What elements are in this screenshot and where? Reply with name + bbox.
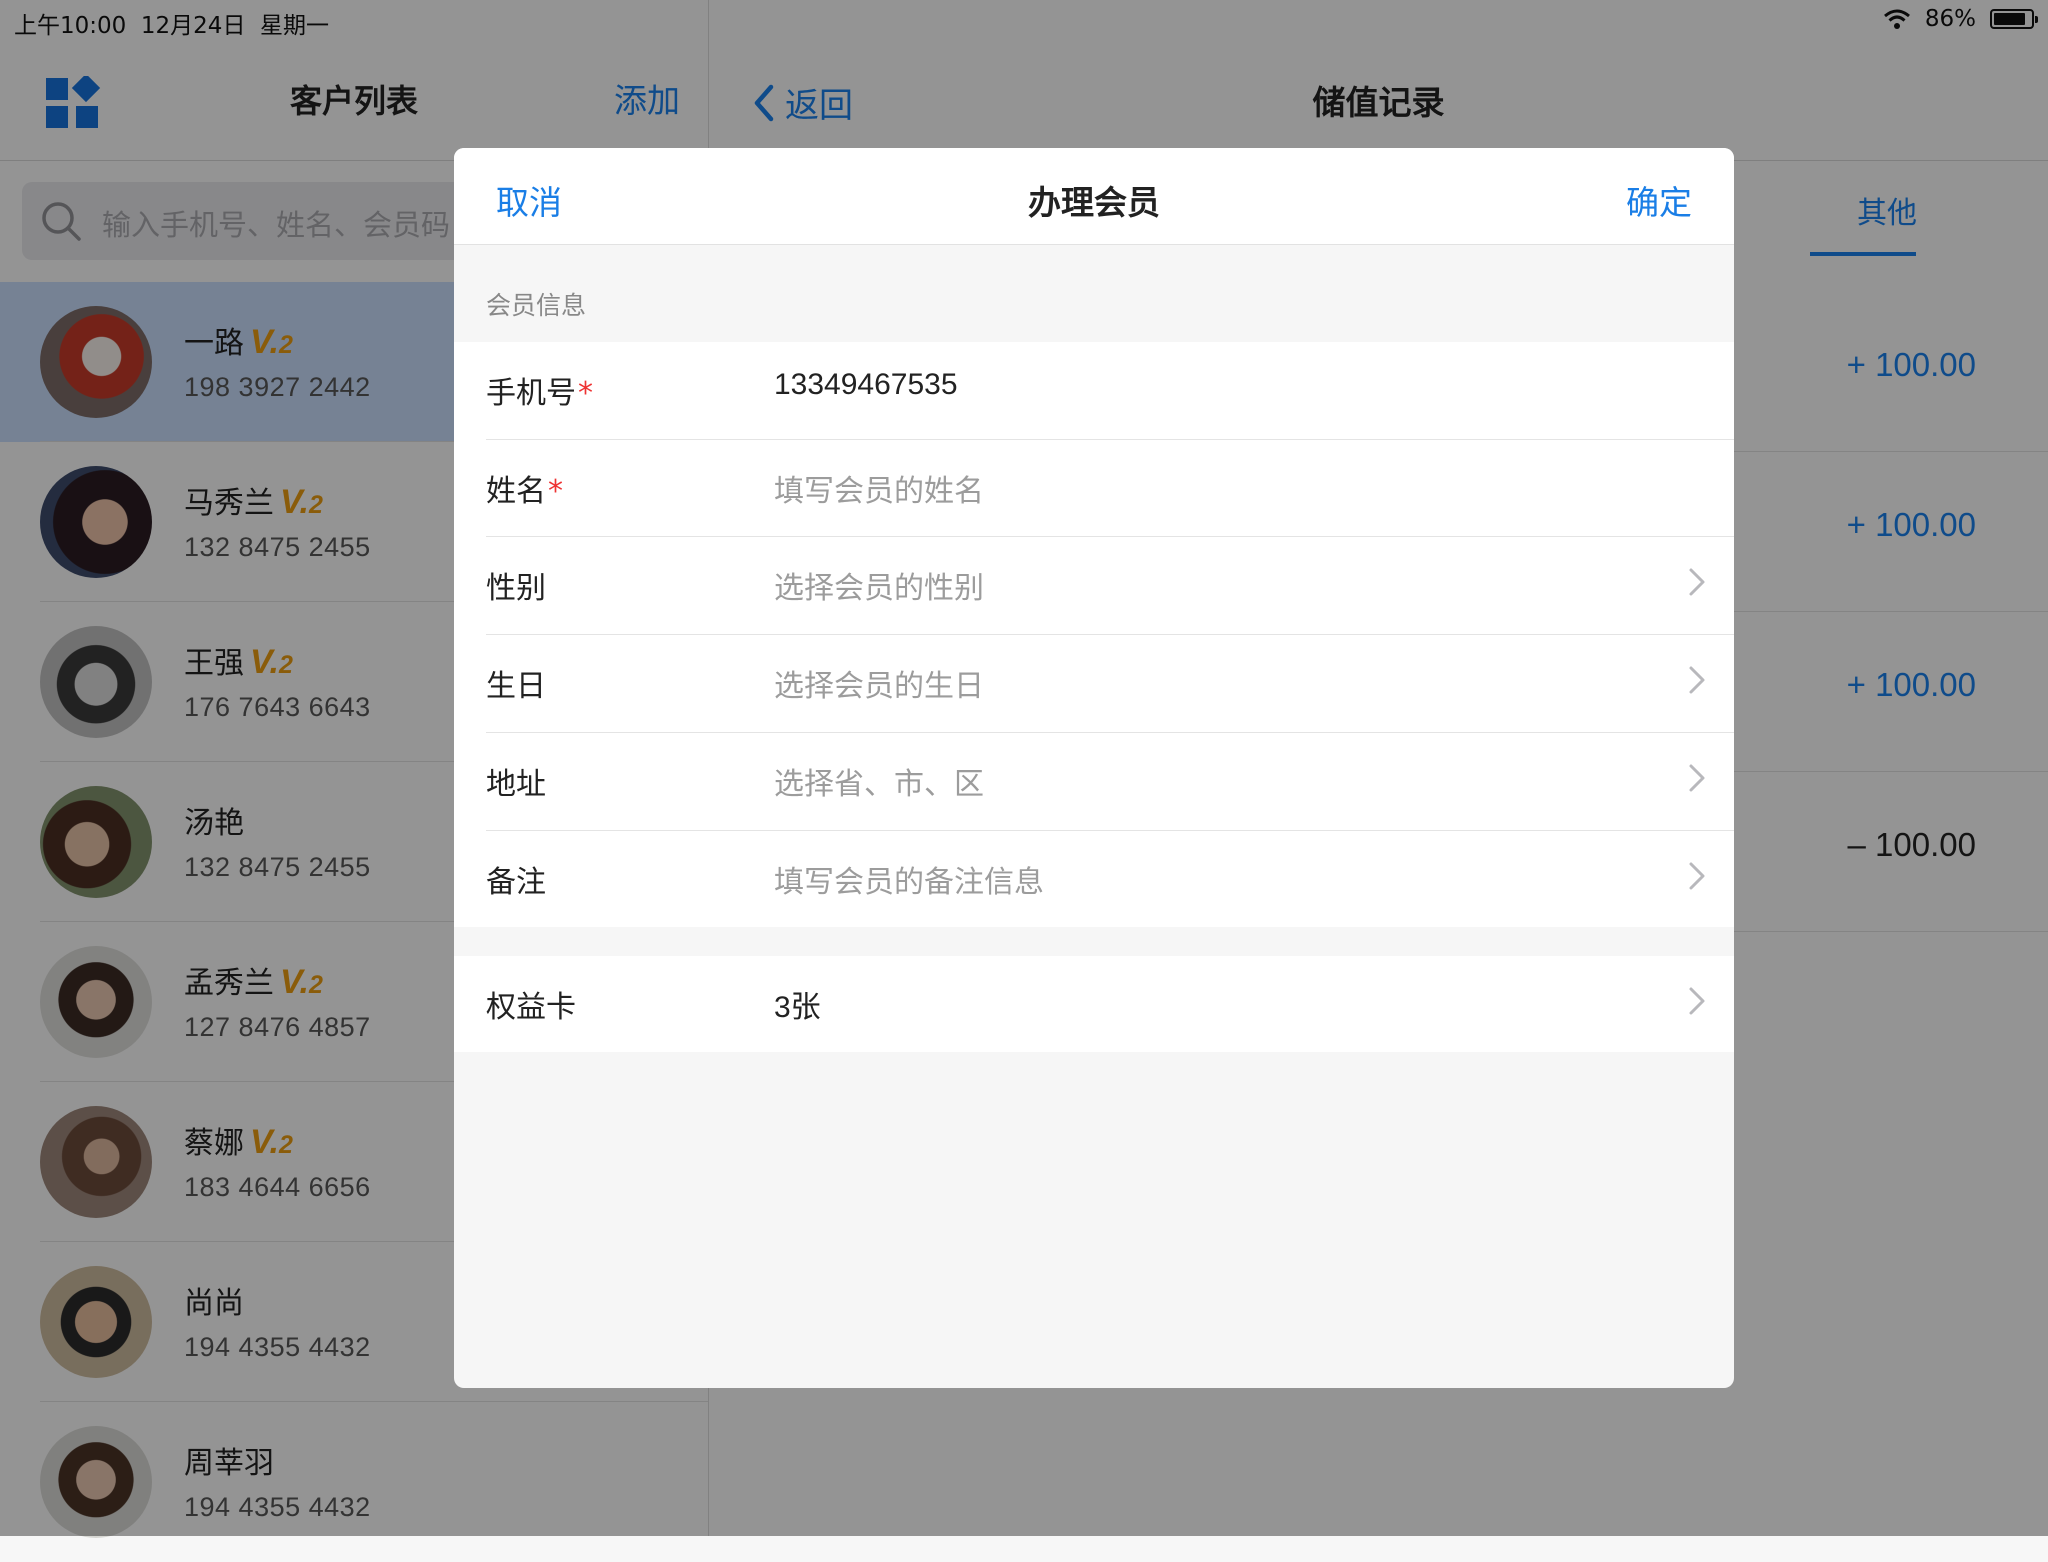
section-title: 会员信息 xyxy=(486,291,587,320)
field-label: 备注 xyxy=(486,865,546,900)
chevron-right-icon xyxy=(1689,568,1705,596)
field-label: 手机号 xyxy=(486,376,576,411)
required-mark: * xyxy=(548,474,563,509)
field-label: 生日 xyxy=(486,669,546,704)
field-label: 地址 xyxy=(486,767,546,802)
chevron-right-icon xyxy=(1689,764,1705,792)
field-label: 姓名 xyxy=(486,474,546,509)
dialog-title: 办理会员 xyxy=(1028,183,1160,222)
confirm-button[interactable]: 确定 xyxy=(1626,176,1692,224)
notes-input[interactable]: 填写会员的备注信息 xyxy=(774,857,1044,901)
benefit-card-row[interactable]: 权益卡 3张 xyxy=(454,956,1734,1052)
phone-field-row[interactable]: 手机号* 13349467535 xyxy=(454,342,1734,440)
chevron-right-icon xyxy=(1689,987,1705,1015)
gender-field-row[interactable]: 性别 选择会员的性别 xyxy=(454,537,1734,635)
required-mark: * xyxy=(578,376,593,411)
birthday-field-row[interactable]: 生日 选择会员的生日 xyxy=(454,635,1734,733)
address-field-row[interactable]: 地址 选择省、市、区 xyxy=(454,733,1734,831)
register-member-dialog: 取消 办理会员 确定 会员信息 手机号* 13349467535 姓名* 填写会… xyxy=(454,148,1734,1388)
field-label: 性别 xyxy=(486,571,546,606)
notes-field-row[interactable]: 备注 填写会员的备注信息 xyxy=(454,831,1734,927)
benefit-card-count: 3张 xyxy=(774,991,821,1024)
gender-select[interactable]: 选择会员的性别 xyxy=(774,563,984,607)
address-select[interactable]: 选择省、市、区 xyxy=(774,759,984,803)
chevron-right-icon xyxy=(1689,666,1705,694)
name-input[interactable]: 填写会员的姓名 xyxy=(774,466,984,510)
phone-input[interactable]: 13349467535 xyxy=(774,368,958,402)
chevron-right-icon xyxy=(1689,862,1705,890)
dialog-header: 取消 办理会员 确定 xyxy=(454,148,1734,245)
name-field-row[interactable]: 姓名* 填写会员的姓名 xyxy=(454,440,1734,537)
field-label: 权益卡 xyxy=(486,990,576,1025)
birthday-select[interactable]: 选择会员的生日 xyxy=(774,661,984,705)
